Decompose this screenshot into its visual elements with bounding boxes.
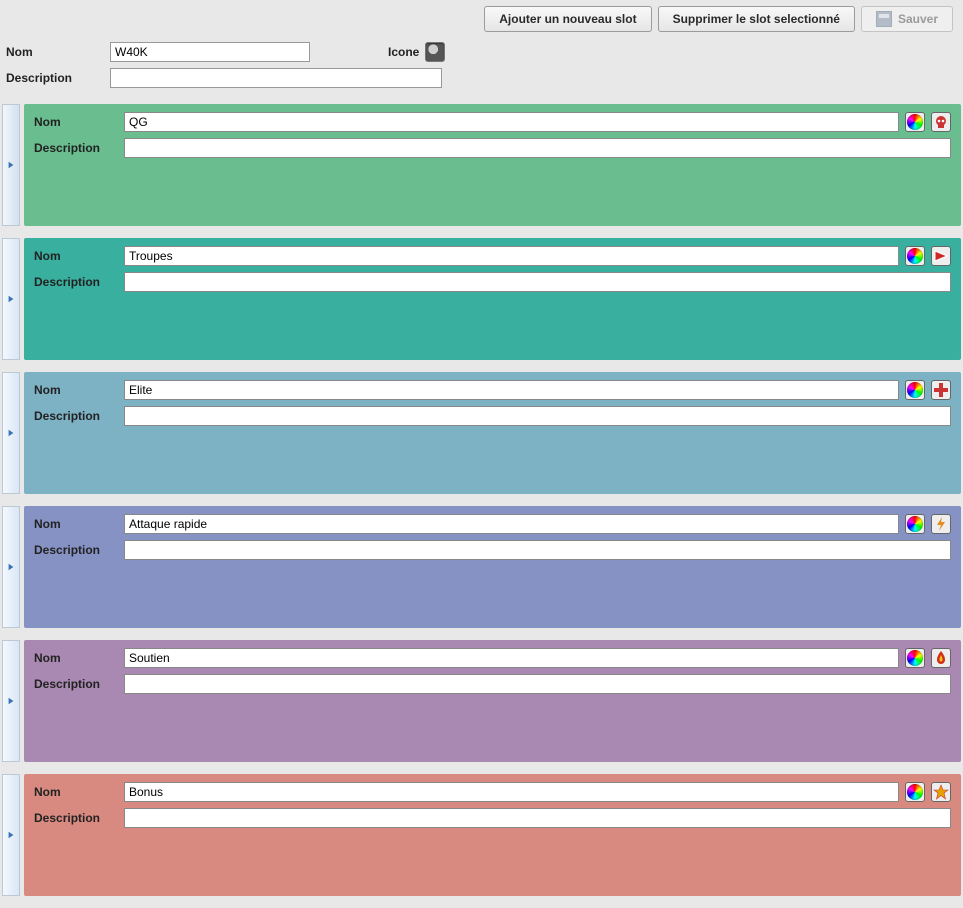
slot-name-input[interactable] bbox=[124, 648, 899, 668]
add-slot-button[interactable]: Ajouter un nouveau slot bbox=[484, 6, 651, 32]
toolbar: Ajouter un nouveau slot Supprimer le slo… bbox=[0, 0, 963, 38]
expand-handle[interactable] bbox=[2, 372, 20, 494]
slot-panel: Nom Description bbox=[24, 506, 961, 628]
slot-type-icon-button[interactable] bbox=[931, 782, 951, 802]
slot-row: Nom Description bbox=[2, 640, 961, 762]
slot-row: Nom Description bbox=[2, 372, 961, 494]
slot-panel: Nom Description bbox=[24, 372, 961, 494]
slot-row: Nom Description bbox=[2, 506, 961, 628]
slot-name-input[interactable] bbox=[124, 514, 899, 534]
slot-description-input[interactable] bbox=[124, 406, 951, 426]
color-picker-button[interactable] bbox=[905, 514, 925, 534]
chevron-right-icon bbox=[7, 161, 15, 169]
color-picker-button[interactable] bbox=[905, 380, 925, 400]
slot-description-label: Description bbox=[34, 543, 124, 557]
slot-panel: Nom Description bbox=[24, 640, 961, 762]
expand-handle[interactable] bbox=[2, 774, 20, 896]
expand-handle[interactable] bbox=[2, 506, 20, 628]
name-input[interactable] bbox=[110, 42, 310, 62]
slot-description-label: Description bbox=[34, 409, 124, 423]
slot-description-label: Description bbox=[34, 141, 124, 155]
slot-row: Nom Description bbox=[2, 104, 961, 226]
slot-name-input[interactable] bbox=[124, 782, 899, 802]
description-input[interactable] bbox=[110, 68, 442, 88]
slot-type-icon-button[interactable] bbox=[931, 380, 951, 400]
expand-handle[interactable] bbox=[2, 238, 20, 360]
chevron-right-icon bbox=[7, 697, 15, 705]
slot-description-label: Description bbox=[34, 677, 124, 691]
slot-description-input[interactable] bbox=[124, 540, 951, 560]
delete-slot-button[interactable]: Supprimer le slot selectionné bbox=[658, 6, 855, 32]
slot-type-icon-button[interactable] bbox=[931, 648, 951, 668]
slot-type-icon-button[interactable] bbox=[931, 246, 951, 266]
color-picker-button[interactable] bbox=[905, 246, 925, 266]
slot-description-input[interactable] bbox=[124, 272, 951, 292]
slot-type-icon-button[interactable] bbox=[931, 112, 951, 132]
slot-name-input[interactable] bbox=[124, 380, 899, 400]
color-picker-button[interactable] bbox=[905, 112, 925, 132]
slot-type-icon bbox=[933, 248, 949, 264]
chevron-right-icon bbox=[7, 295, 15, 303]
slot-type-icon bbox=[933, 382, 949, 398]
color-wheel-icon bbox=[907, 784, 923, 800]
slot-row: Nom Description bbox=[2, 238, 961, 360]
slot-name-label: Nom bbox=[34, 517, 124, 531]
color-picker-button[interactable] bbox=[905, 648, 925, 668]
slot-type-icon bbox=[933, 784, 949, 800]
header-form: Nom Icone Description bbox=[0, 38, 963, 104]
description-label: Description bbox=[6, 71, 110, 85]
save-label: Sauver bbox=[898, 12, 938, 26]
slot-type-icon bbox=[933, 650, 949, 666]
slot-name-label: Nom bbox=[34, 785, 124, 799]
slot-name-label: Nom bbox=[34, 115, 124, 129]
slot-type-icon-button[interactable] bbox=[931, 514, 951, 534]
chevron-right-icon bbox=[7, 429, 15, 437]
slot-list: Nom Description Nom bbox=[0, 104, 963, 896]
color-wheel-icon bbox=[907, 114, 923, 130]
color-wheel-icon bbox=[907, 248, 923, 264]
slot-name-label: Nom bbox=[34, 249, 124, 263]
slot-name-label: Nom bbox=[34, 383, 124, 397]
name-label: Nom bbox=[6, 45, 110, 59]
color-wheel-icon bbox=[907, 382, 923, 398]
chevron-right-icon bbox=[7, 563, 15, 571]
slot-name-input[interactable] bbox=[124, 112, 899, 132]
slot-panel: Nom Description bbox=[24, 238, 961, 360]
slot-description-label: Description bbox=[34, 275, 124, 289]
save-button[interactable]: Sauver bbox=[861, 6, 953, 32]
save-icon bbox=[876, 11, 892, 27]
color-wheel-icon bbox=[907, 650, 923, 666]
slot-type-icon bbox=[933, 114, 949, 130]
icon-label: Icone bbox=[388, 45, 419, 59]
slot-description-input[interactable] bbox=[124, 138, 951, 158]
slot-description-label: Description bbox=[34, 811, 124, 825]
expand-handle[interactable] bbox=[2, 104, 20, 226]
expand-handle[interactable] bbox=[2, 640, 20, 762]
slot-description-input[interactable] bbox=[124, 808, 951, 828]
chevron-right-icon bbox=[7, 831, 15, 839]
slot-name-input[interactable] bbox=[124, 246, 899, 266]
slot-panel: Nom Description bbox=[24, 104, 961, 226]
slot-name-label: Nom bbox=[34, 651, 124, 665]
color-picker-button[interactable] bbox=[905, 782, 925, 802]
color-wheel-icon bbox=[907, 516, 923, 532]
slot-type-icon bbox=[933, 516, 949, 532]
slot-panel: Nom Description bbox=[24, 774, 961, 896]
slot-description-input[interactable] bbox=[124, 674, 951, 694]
slot-row: Nom Description bbox=[2, 774, 961, 896]
icon-picker-button[interactable] bbox=[425, 42, 445, 62]
